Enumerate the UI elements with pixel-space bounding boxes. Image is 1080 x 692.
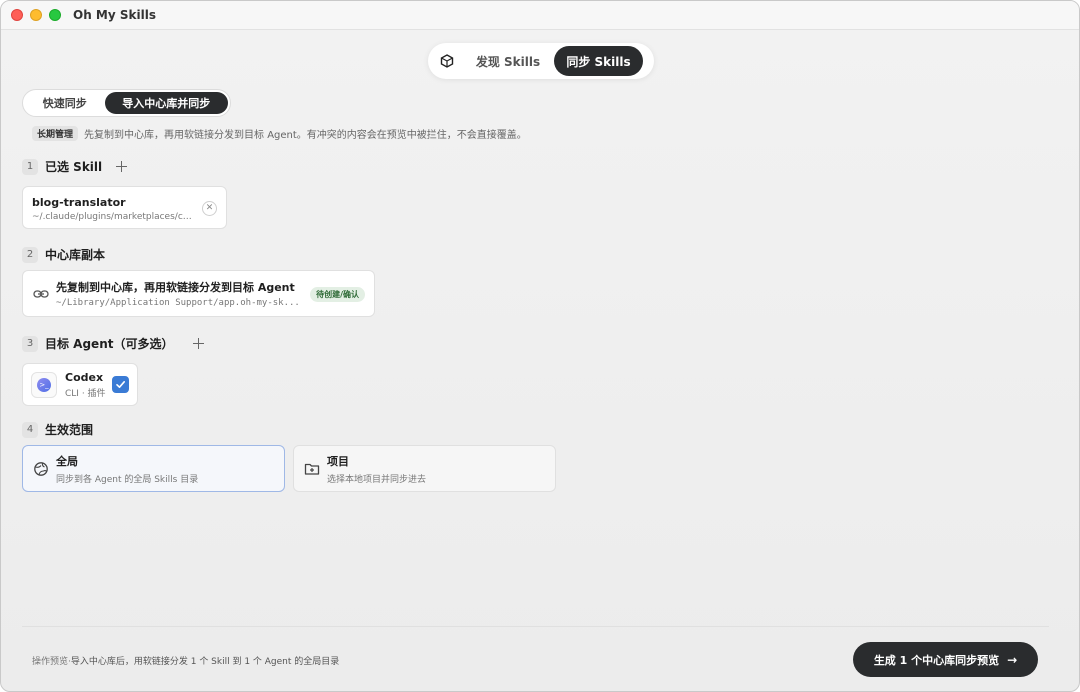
sync-mode-toggle: 快速同步 导入中心库并同步 xyxy=(22,89,231,117)
step-number: 3 xyxy=(22,335,38,352)
section-title: 目标 Agent（可多选） xyxy=(45,337,174,351)
scope-option-global[interactable]: 全局 同步到各 Agent 的全局 Skills 目录 xyxy=(22,445,285,492)
folder-plus-icon xyxy=(304,463,320,475)
generate-preview-label: 生成 1 个中心库同步预览 xyxy=(873,653,1000,667)
checkmark-icon xyxy=(116,381,125,388)
agent-name: Codex xyxy=(65,370,104,384)
step-number: 4 xyxy=(22,421,38,438)
globe-icon xyxy=(34,461,48,476)
scope-description: 同步到各 Agent 的全局 Skills 目录 xyxy=(56,474,199,485)
add-agent-plus-icon[interactable] xyxy=(193,338,205,349)
footer-divider xyxy=(22,626,1049,627)
generate-preview-button[interactable]: 生成 1 个中心库同步预览 → xyxy=(853,642,1038,677)
section-title: 生效范围 xyxy=(45,423,94,437)
mode-import-library-sync[interactable]: 导入中心库并同步 xyxy=(104,92,228,114)
operation-preview: 操作预览·导入中心库后，用软链接分发 1 个 Skill 到 1 个 Agent… xyxy=(32,654,339,667)
selected-skill-card: blog-translator ~/.claude/plugins/market… xyxy=(22,186,227,229)
mode-quick-sync[interactable]: 快速同步 xyxy=(25,92,105,114)
skill-name: blog-translator xyxy=(32,196,126,209)
agent-meta: CLI · 插件 xyxy=(65,388,106,399)
top-tab-bar: 发现 Skills 同步 Skills xyxy=(428,43,654,79)
library-title: 先复制到中心库，再用软链接分发到目标 Agent xyxy=(56,281,295,294)
section-title: 已选 Skill xyxy=(45,160,103,174)
scope-description: 选择本地项目并同步进去 xyxy=(327,474,427,485)
scope-title: 项目 xyxy=(327,454,349,468)
section-target-agents: 3 目标 Agent（可多选） xyxy=(22,335,205,352)
minimize-window-button[interactable] xyxy=(30,9,42,21)
titlebar: Oh My Skills xyxy=(1,1,1079,30)
app-window: Oh My Skills 发现 Skills 同步 Skills 快速同步 导入… xyxy=(0,0,1080,692)
step-number: 2 xyxy=(22,246,38,263)
section-library-copy: 2 中心库副本 xyxy=(22,246,105,263)
maximize-window-button[interactable] xyxy=(49,9,61,21)
skill-path: ~/.claude/plugins/marketplaces/cai... xyxy=(32,212,197,222)
arrow-right-icon: → xyxy=(1007,652,1018,667)
library-copy-card: 先复制到中心库，再用软链接分发到目标 Agent ~/Library/Appli… xyxy=(22,270,375,317)
section-title: 中心库副本 xyxy=(45,248,106,262)
tab-discover-skills[interactable]: 发现 Skills xyxy=(462,46,554,76)
section-scope: 4 生效范围 xyxy=(22,421,93,438)
operation-preview-text: 导入中心库后，用软链接分发 1 个 Skill 到 1 个 Agent 的全局目… xyxy=(70,657,340,667)
mode-tag: 长期管理 xyxy=(32,126,79,141)
link-icon xyxy=(33,289,49,298)
add-skill-plus-icon[interactable] xyxy=(116,161,128,172)
agent-card-codex[interactable]: >_ Codex CLI · 插件 xyxy=(22,363,138,406)
library-path: ~/Library/Application Support/app.oh-my-… xyxy=(56,298,300,308)
mode-description-text: 先复制到中心库，再用软链接分发到目标 Agent。有冲突的内容会在预览中被拦住，… xyxy=(84,130,527,141)
app-title: Oh My Skills xyxy=(73,8,156,22)
codex-logo-icon: >_ xyxy=(31,371,57,398)
app-logo-icon xyxy=(432,46,462,76)
tab-sync-skills[interactable]: 同步 Skills xyxy=(554,46,643,76)
step-number: 1 xyxy=(22,158,38,175)
remove-skill-button[interactable]: ✕ xyxy=(202,201,217,216)
scope-option-project[interactable]: 项目 选择本地项目并同步进去 xyxy=(293,445,556,492)
status-badge: 待创建/确认 xyxy=(310,287,365,302)
section-selected-skill: 1 已选 Skill xyxy=(22,158,128,175)
mode-description: 长期管理 先复制到中心库，再用软链接分发到目标 Agent。有冲突的内容会在预览… xyxy=(32,126,527,141)
close-icon: ✕ xyxy=(205,203,214,213)
close-window-button[interactable] xyxy=(11,9,23,21)
operation-preview-label: 操作预览· xyxy=(32,657,71,667)
agent-checkbox[interactable] xyxy=(112,376,129,393)
scope-title: 全局 xyxy=(56,454,78,468)
